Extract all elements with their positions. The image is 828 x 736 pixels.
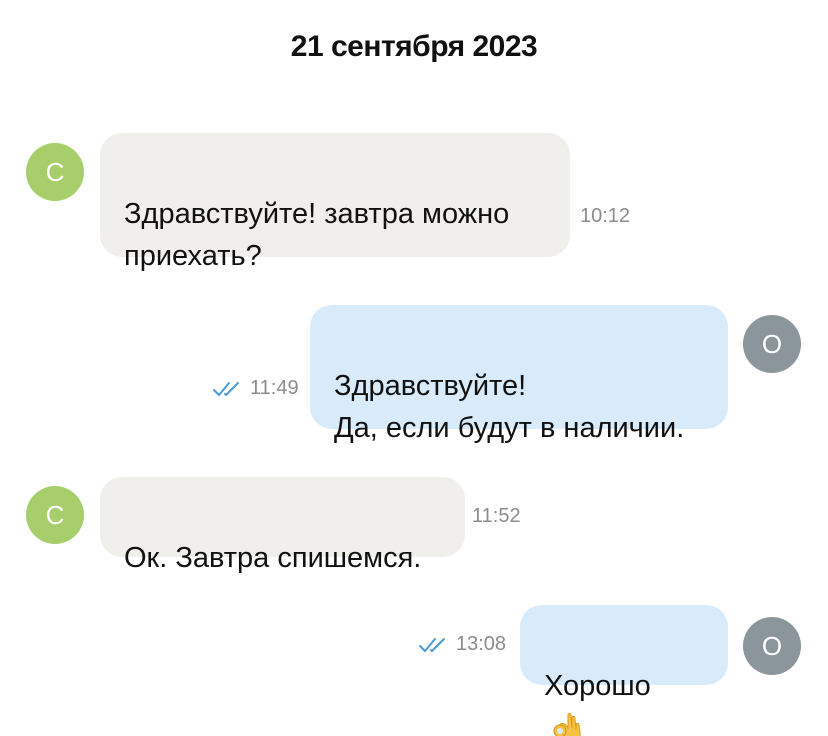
chat-view: 21 сентября 2023 С Здравствуйте! завтра … (0, 0, 828, 736)
message-text: Здравствуйте! завтра можно приехать? (124, 198, 510, 272)
avatar[interactable]: С (26, 486, 84, 544)
avatar[interactable]: О (743, 315, 801, 373)
message-time: 13:08 (418, 633, 506, 656)
double-check-icon (213, 381, 239, 396)
message-bubble[interactable]: Ок. Завтра спишемся. (100, 477, 465, 574)
message-time: 11:52 (472, 505, 521, 527)
message-bubble[interactable]: Хорошо (520, 605, 728, 736)
message-text: Ок. Завтра спишемся. (124, 542, 422, 574)
avatar-initial: С (45, 499, 65, 530)
avatar-initial: О (761, 328, 783, 359)
avatar-initial: С (45, 156, 65, 187)
ok-hand-emoji-icon (553, 713, 581, 736)
message-time: 11:49 (212, 377, 299, 400)
avatar-initial: О (761, 630, 783, 661)
avatar[interactable]: С (26, 143, 84, 201)
double-check-icon (419, 637, 445, 652)
message-time: 10:12 (580, 205, 631, 227)
message-text: Хорошо (544, 670, 651, 702)
date-header: 21 сентября 2023 (290, 30, 538, 63)
message-text: Здравствуйте! Да, если будут в наличии. (334, 370, 685, 444)
message-bubble[interactable]: Здравствуйте! Да, если будут в наличии. (310, 305, 728, 444)
avatar[interactable]: О (743, 617, 801, 675)
message-bubble[interactable]: Здравствуйте! завтра можно приехать? (100, 133, 570, 272)
